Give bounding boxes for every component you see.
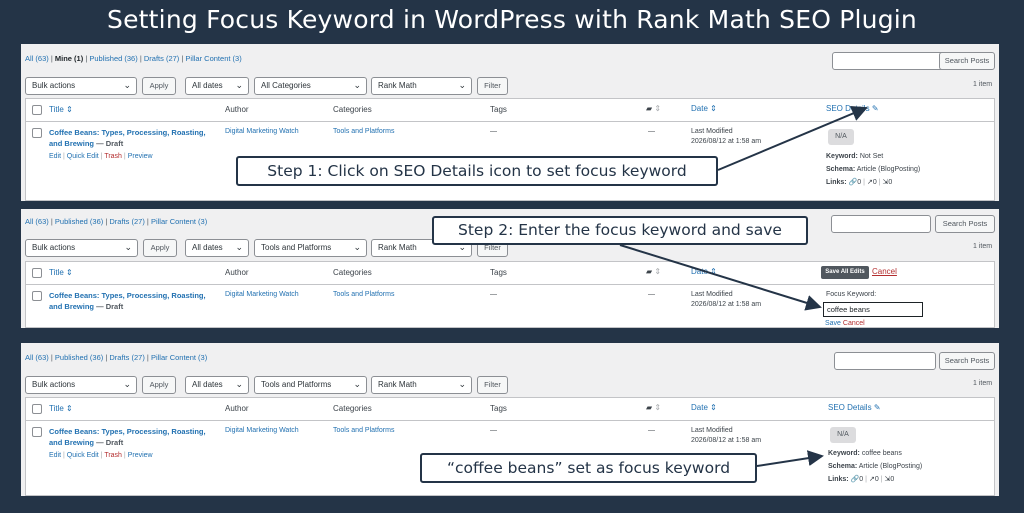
arrow-step-2: [619, 244, 822, 311]
callout-arrows: [619, 106, 868, 467]
arrow-step-3: [756, 450, 824, 467]
arrow-step-1: [717, 106, 868, 171]
